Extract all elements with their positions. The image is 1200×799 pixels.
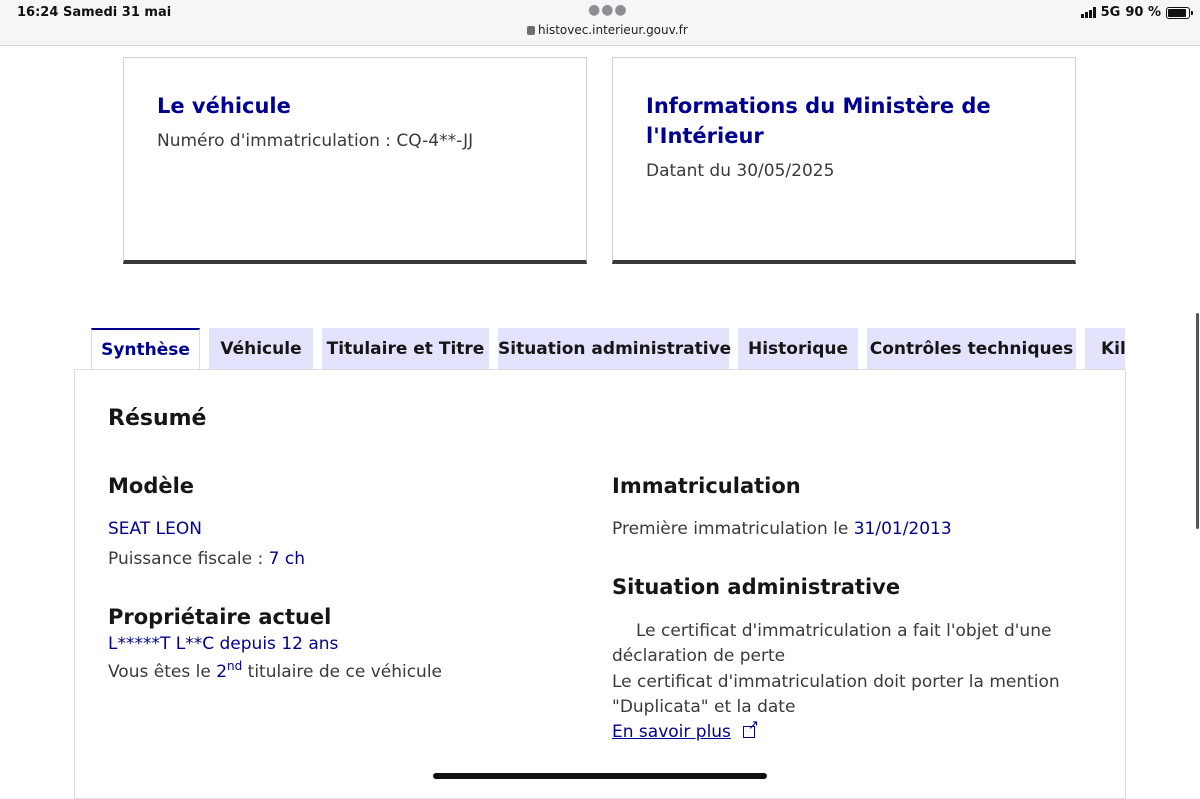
battery-icon	[1166, 6, 1193, 19]
learn-more-link[interactable]: En savoir plus	[612, 718, 759, 742]
owner-rank-suffix: titulaire de ce véhicule	[242, 662, 443, 682]
owner-rank-sup: nd	[227, 659, 243, 673]
status-date: Samedi 31 mai	[63, 5, 172, 20]
admin-line-1: Le certificat d'immatriculation a fait l…	[636, 621, 1052, 641]
external-link-icon	[742, 718, 759, 738]
vehicle-card-plate: Numéro d'immatriculation : CQ-4**-JJ	[157, 131, 474, 151]
address-url: histovec.interieur.gouv.fr	[538, 23, 688, 37]
home-indicator[interactable]	[433, 773, 767, 779]
vehicle-card-title: Le véhicule	[157, 94, 291, 118]
owner-rank: Vous êtes le 2nd titulaire de ce véhicul…	[108, 659, 442, 682]
registration-heading: Immatriculation	[612, 474, 801, 498]
tab-situation-administrative[interactable]: Situation administrative	[498, 328, 731, 370]
summary-title: Résumé	[108, 406, 207, 431]
status-right: 5G 90 %	[1080, 5, 1193, 20]
tab-historique[interactable]: Historique	[738, 328, 858, 370]
owner-heading: Propriétaire actuel	[108, 605, 332, 629]
address-bar[interactable]: histovec.interieur.gouv.fr	[527, 23, 688, 37]
battery-label: 90 %	[1125, 5, 1161, 20]
admin-heading: Situation administrative	[612, 575, 901, 599]
admin-line-3: Le certificat d'immatriculation doit por…	[612, 672, 1060, 692]
ministry-card-date: Datant du 30/05/2025	[646, 161, 835, 181]
admin-line-4: "Duplicata" et la date	[612, 697, 796, 717]
tab-kilometrage[interactable]: Kil	[1085, 328, 1125, 370]
vehicle-card: Le véhicule Numéro d'immatriculation : C…	[123, 57, 587, 264]
tab-titulaire-et-titre[interactable]: Titulaire et Titre	[322, 328, 489, 370]
first-registration-label: Première immatriculation le	[612, 519, 854, 539]
fiscal-power: Puissance fiscale : 7 ch	[108, 549, 305, 569]
first-registration-date: 31/01/2013	[853, 519, 952, 539]
lock-icon	[527, 26, 535, 35]
model-heading: Modèle	[108, 474, 195, 498]
owner-since-value: 12 ans	[281, 634, 339, 654]
admin-line-2: déclaration de perte	[612, 646, 786, 666]
fiscal-power-label: Puissance fiscale :	[108, 549, 269, 569]
owner-name: L*****T L**C	[108, 634, 215, 654]
signal-icon	[1080, 7, 1096, 18]
model-name: SEAT LEON	[108, 519, 202, 539]
status-bar: 16:24 Samedi 31 mai ●●● histovec.interie…	[0, 0, 1200, 46]
tab-synthese[interactable]: Synthèse	[91, 328, 200, 370]
status-time: 16:24	[17, 5, 59, 20]
owner-line: L*****T L**C depuis 12 ans	[108, 634, 338, 654]
ministry-card-title: Informations du Ministère de l'Intérieur	[646, 94, 991, 148]
network-label: 5G	[1100, 5, 1121, 20]
owner-since-label: depuis	[214, 634, 282, 654]
battery-fill	[1168, 8, 1186, 17]
tab-controles-techniques[interactable]: Contrôles techniques	[867, 328, 1076, 370]
fiscal-power-value: 7 ch	[268, 549, 305, 569]
scrollbar[interactable]	[1196, 313, 1199, 529]
owner-rank-prefix: Vous êtes le	[108, 662, 217, 682]
summary-panel	[74, 369, 1126, 799]
tab-vehicule[interactable]: Véhicule	[209, 328, 313, 370]
tab-list: Synthèse Véhicule Titulaire et Titre Sit…	[91, 328, 1125, 370]
ministry-card: Informations du Ministère de l'Intérieur…	[612, 57, 1076, 264]
more-dots-icon[interactable]: ●●●	[588, 2, 628, 18]
first-registration: Première immatriculation le 31/01/2013	[612, 519, 952, 539]
learn-more-label: En savoir plus	[612, 722, 731, 742]
owner-rank-number: 2	[216, 662, 228, 682]
